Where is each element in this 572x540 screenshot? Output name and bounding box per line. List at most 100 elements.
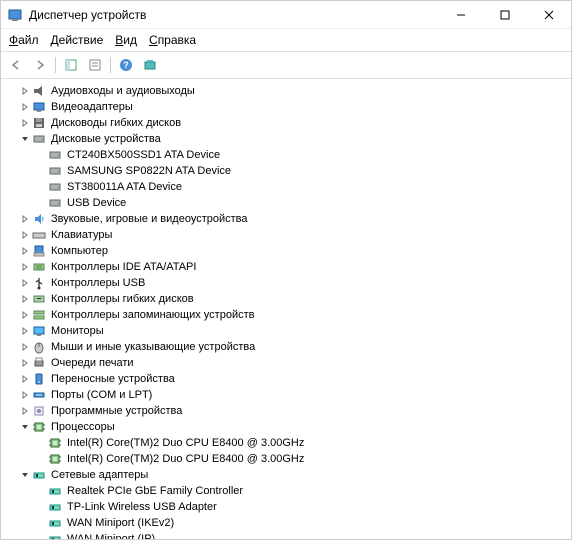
tree-node-label: Компьютер (51, 243, 108, 259)
no-expand-icon (35, 499, 47, 515)
tree-node-label: Клавиатуры (51, 227, 112, 243)
net-icon (31, 467, 47, 483)
tree-node[interactable]: Очереди печати (3, 355, 569, 371)
tree-node[interactable]: WAN Miniport (IKEv2) (3, 515, 569, 531)
properties-button[interactable] (84, 54, 106, 76)
tree-node-label: Контроллеры гибких дисков (51, 291, 194, 307)
expand-icon[interactable] (19, 99, 31, 115)
expand-icon[interactable] (19, 371, 31, 387)
menubar: Файл Действие Вид Справка (1, 29, 571, 51)
scan-button[interactable] (139, 54, 161, 76)
portable-icon (31, 371, 47, 387)
tree-node[interactable]: Дисковые устройства (3, 131, 569, 147)
tree-node[interactable]: TP-Link Wireless USB Adapter (3, 499, 569, 515)
printq-icon (31, 355, 47, 371)
menu-action[interactable]: Действие (51, 33, 104, 47)
tree-node[interactable]: SAMSUNG SP0822N ATA Device (3, 163, 569, 179)
tree-node[interactable]: Мониторы (3, 323, 569, 339)
tree-node-label: Intel(R) Core(TM)2 Duo CPU E8400 @ 3.00G… (67, 435, 304, 451)
tree-node[interactable]: Дисководы гибких дисков (3, 115, 569, 131)
net-icon (47, 515, 63, 531)
expand-icon[interactable] (19, 323, 31, 339)
tree-node-label: ST380011A ATA Device (67, 179, 182, 195)
no-expand-icon (35, 179, 47, 195)
expand-icon[interactable] (19, 403, 31, 419)
expand-icon[interactable] (19, 291, 31, 307)
collapse-icon[interactable] (19, 131, 31, 147)
computer-icon (31, 243, 47, 259)
tree-node[interactable]: Видеоадаптеры (3, 99, 569, 115)
tree-node[interactable]: Контроллеры гибких дисков (3, 291, 569, 307)
menu-help[interactable]: Справка (149, 33, 196, 47)
tree-node-label: TP-Link Wireless USB Adapter (67, 499, 217, 515)
help-button[interactable]: ? (115, 54, 137, 76)
tree-node[interactable]: Сетевые адаптеры (3, 467, 569, 483)
toolbar: ? (1, 51, 571, 79)
tree-node[interactable]: Realtek PCIe GbE Family Controller (3, 483, 569, 499)
menu-view[interactable]: Вид (115, 33, 137, 47)
expand-icon[interactable] (19, 387, 31, 403)
svg-text:?: ? (123, 60, 129, 70)
tree-node[interactable]: Звуковые, игровые и видеоустройства (3, 211, 569, 227)
tree-node[interactable]: WAN Miniport (IP) (3, 531, 569, 539)
tree-node-label: Порты (COM и LPT) (51, 387, 152, 403)
tree-node-label: Сетевые адаптеры (51, 467, 148, 483)
usb-icon (31, 275, 47, 291)
cpu-icon (31, 419, 47, 435)
tree-node[interactable]: CT240BX500SSD1 ATA Device (3, 147, 569, 163)
tree-node[interactable]: Intel(R) Core(TM)2 Duo CPU E8400 @ 3.00G… (3, 451, 569, 467)
net-icon (47, 499, 63, 515)
tree-node[interactable]: Переносные устройства (3, 371, 569, 387)
no-expand-icon (35, 451, 47, 467)
disk-icon (47, 179, 63, 195)
tree-node[interactable]: Intel(R) Core(TM)2 Duo CPU E8400 @ 3.00G… (3, 435, 569, 451)
tree-node-label: Программные устройства (51, 403, 182, 419)
tree-node-label: Переносные устройства (51, 371, 175, 387)
tree-node[interactable]: Компьютер (3, 243, 569, 259)
tree-node[interactable]: Контроллеры запоминающих устройств (3, 307, 569, 323)
tree-node[interactable]: Порты (COM и LPT) (3, 387, 569, 403)
tree-node[interactable]: Мыши и иные указывающие устройства (3, 339, 569, 355)
collapse-icon[interactable] (19, 419, 31, 435)
tree-node[interactable]: Контроллеры USB (3, 275, 569, 291)
expand-icon[interactable] (19, 115, 31, 131)
expand-icon[interactable] (19, 339, 31, 355)
tree-node-label: Дисководы гибких дисков (51, 115, 181, 131)
expand-icon[interactable] (19, 307, 31, 323)
disk-icon (47, 147, 63, 163)
minimize-button[interactable] (439, 1, 483, 29)
maximize-button[interactable] (483, 1, 527, 29)
ide-icon (31, 259, 47, 275)
menu-file[interactable]: Файл (9, 33, 39, 47)
expand-icon[interactable] (19, 83, 31, 99)
toolbar-separator (110, 57, 111, 73)
net-icon (47, 531, 63, 539)
expand-icon[interactable] (19, 275, 31, 291)
forward-button[interactable] (29, 54, 51, 76)
close-button[interactable] (527, 1, 571, 29)
expand-icon[interactable] (19, 211, 31, 227)
net-icon (47, 483, 63, 499)
window-title: Диспетчер устройств (29, 8, 439, 22)
tree-node[interactable]: Клавиатуры (3, 227, 569, 243)
disk-icon (31, 131, 47, 147)
tree-node-label: Мыши и иные указывающие устройства (51, 339, 255, 355)
tree-node[interactable]: USB Device (3, 195, 569, 211)
tree-node[interactable]: Контроллеры IDE ATA/ATAPI (3, 259, 569, 275)
tree-node[interactable]: ST380011A ATA Device (3, 179, 569, 195)
mouse-icon (31, 339, 47, 355)
no-expand-icon (35, 483, 47, 499)
expand-icon[interactable] (19, 259, 31, 275)
expand-icon[interactable] (19, 243, 31, 259)
expand-icon[interactable] (19, 355, 31, 371)
tree-node[interactable]: Программные устройства (3, 403, 569, 419)
expand-icon[interactable] (19, 227, 31, 243)
tree-node[interactable]: Аудиовходы и аудиовыходы (3, 83, 569, 99)
tree-node-label: Звуковые, игровые и видеоустройства (51, 211, 248, 227)
collapse-icon[interactable] (19, 467, 31, 483)
show-hide-button[interactable] (60, 54, 82, 76)
tree-node-label: Очереди печати (51, 355, 134, 371)
tree-node[interactable]: Процессоры (3, 419, 569, 435)
device-tree[interactable]: Аудиовходы и аудиовыходыВидеоадаптерыДис… (1, 79, 571, 539)
back-button[interactable] (5, 54, 27, 76)
